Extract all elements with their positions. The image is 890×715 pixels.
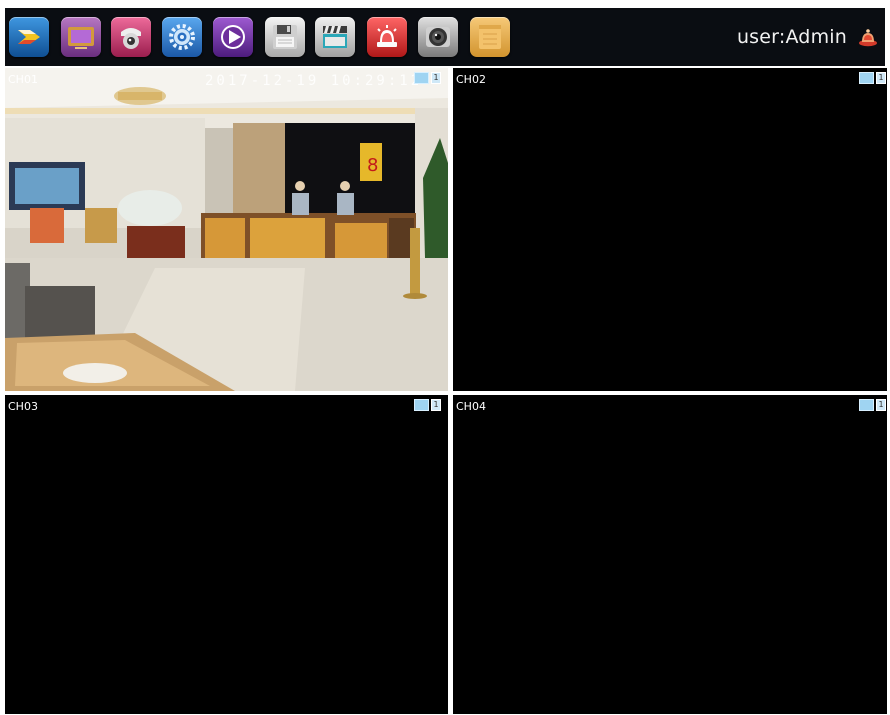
recording-icon <box>414 399 429 411</box>
ptz-button[interactable] <box>111 17 151 57</box>
stream-indicator: 1 <box>431 72 441 84</box>
recording-icon <box>859 72 874 84</box>
arrow-logo-icon <box>18 30 40 44</box>
channel-status: 1 <box>414 399 441 411</box>
channel-label: CH03 <box>8 400 38 413</box>
stream-indicator: 1 <box>876 72 886 84</box>
timestamp-overlay: 2017-12-19 10:29:12 <box>205 73 423 89</box>
snapshot-button[interactable] <box>418 17 458 57</box>
settings-button[interactable] <box>162 17 202 57</box>
camera-lens-icon <box>426 27 450 47</box>
user-label: user:Admin <box>736 26 847 48</box>
notes-button[interactable] <box>470 17 510 57</box>
channel-03[interactable]: CH03 1 <box>5 395 448 714</box>
channel-status: 1 <box>859 72 886 84</box>
logout-icon[interactable] <box>857 26 879 48</box>
notebook-icon <box>479 25 501 49</box>
stream-indicator: 1 <box>876 399 886 411</box>
clapperboard-icon <box>323 26 347 48</box>
channel-label: CH04 <box>456 400 486 413</box>
channel-01[interactable]: 8 CH01 2017-12-19 10:29:12 1 <box>5 68 448 391</box>
channel-label: CH02 <box>456 73 486 86</box>
channel-04[interactable]: CH04 1 <box>453 395 887 714</box>
alarm-light-icon <box>377 25 397 47</box>
user-area: user:Admin <box>737 25 879 49</box>
main-menu-button[interactable] <box>9 17 49 57</box>
floppy-disk-icon <box>273 25 297 49</box>
channel-grid: 8 CH01 2017-12-19 10:29:12 1 CH02 1 CH03… <box>5 68 887 714</box>
stream-indicator: 1 <box>431 399 441 411</box>
channel-status: 1 <box>859 399 886 411</box>
monitor-icon <box>68 27 94 49</box>
top-toolbar: user:Admin <box>5 8 885 66</box>
recording-icon <box>414 72 429 84</box>
gear-icon <box>169 24 195 50</box>
alarm-button[interactable] <box>367 17 407 57</box>
lobby-camera-feed: 8 <box>5 68 448 391</box>
playback-button[interactable] <box>213 17 253 57</box>
channel-label: CH01 <box>8 73 38 86</box>
record-button[interactable] <box>315 17 355 57</box>
display-button[interactable] <box>61 17 101 57</box>
svg-text:8: 8 <box>367 155 378 176</box>
channel-status: 1 <box>414 72 441 84</box>
dome-camera-icon <box>121 28 141 49</box>
channel-02[interactable]: CH02 1 <box>453 68 887 391</box>
recording-icon <box>859 399 874 411</box>
play-icon <box>221 25 245 49</box>
backup-button[interactable] <box>265 17 305 57</box>
